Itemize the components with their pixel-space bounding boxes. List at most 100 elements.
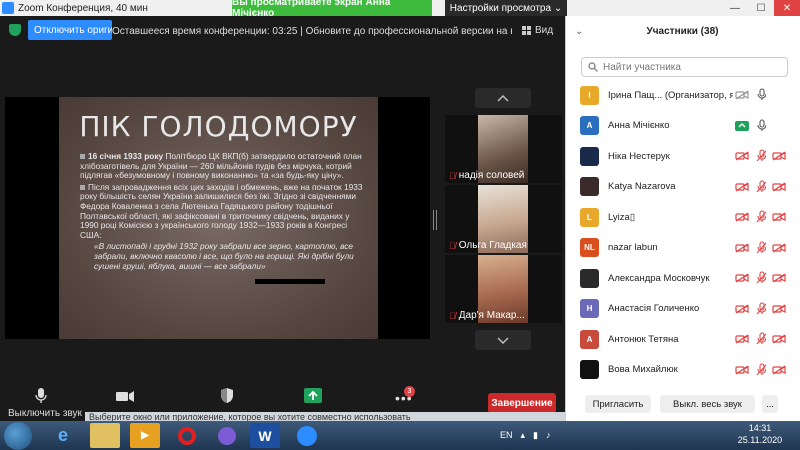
video-off-icon[interactable]	[735, 334, 749, 344]
mic-muted-icon[interactable]	[756, 332, 766, 344]
avatar: Н	[580, 299, 599, 318]
mic-muted-icon[interactable]	[756, 271, 766, 283]
chevron-up-icon	[497, 94, 509, 102]
participants-title: Участники (38)	[646, 26, 719, 37]
video-off-icon[interactable]	[735, 304, 749, 314]
avatar	[580, 177, 599, 196]
window-controls: — ☐ ✕	[722, 0, 800, 16]
avatar	[580, 268, 599, 288]
maximize-button[interactable]: ☐	[748, 0, 774, 16]
participant-name: Ніка Нестерук	[608, 150, 670, 162]
panel-splitter[interactable]	[433, 210, 437, 230]
video-off-icon[interactable]	[735, 273, 749, 283]
view-button[interactable]: Вид	[522, 21, 560, 39]
tray-chevron-icon[interactable]: ▴	[521, 430, 526, 441]
avatar	[580, 146, 599, 166]
avatar: L	[580, 207, 599, 227]
avatar: А	[580, 329, 599, 349]
video-off-icon[interactable]	[772, 182, 786, 192]
participant-name: Ірина Пащ... (Организатор, я)	[608, 89, 733, 101]
bullet-icon	[80, 154, 85, 159]
view-label: Вид	[535, 24, 554, 36]
media-player-icon[interactable]: ▶	[130, 423, 160, 448]
strip-scroll-up-button[interactable]	[475, 88, 531, 108]
microphone-icon[interactable]	[34, 387, 48, 405]
video-tile[interactable]: 🎙̸ Дар'я Макар...	[445, 255, 562, 323]
participant-name: Анна Мічієнко	[608, 120, 670, 131]
strip-scroll-down-button[interactable]	[475, 330, 531, 350]
clock-time: 14:31	[748, 423, 772, 433]
clock[interactable]: 14:31 25.11.2020	[730, 422, 790, 446]
video-off-icon[interactable]	[772, 334, 786, 344]
opera-icon[interactable]	[172, 423, 202, 448]
window-title: Zoom Конференция, 40 мин	[18, 2, 148, 14]
slide-paragraph-1: 16 січня 1933 року Політбюро ЦК ВКП(б) з…	[80, 151, 365, 181]
mic-on-icon[interactable]	[756, 118, 766, 131]
video-off-icon[interactable]	[735, 182, 749, 192]
video-tile[interactable]: 🎙̸ надія соловей	[445, 115, 562, 183]
video-off-icon[interactable]	[735, 212, 749, 222]
video-off-icon[interactable]	[735, 151, 749, 161]
screen-share-banner: Вы просматриваете экран Анна Мічієнко	[232, 0, 432, 19]
share-screen-icon[interactable]	[304, 388, 322, 403]
network-icon[interactable]: ▮	[533, 430, 538, 441]
viber-icon[interactable]	[212, 423, 242, 448]
close-button[interactable]: ✕	[774, 0, 800, 16]
video-tile[interactable]: 🎙̸ Ольга Гладкая	[445, 185, 562, 253]
search-icon	[588, 62, 598, 72]
panel-more-button[interactable]: ...	[762, 395, 778, 413]
invite-button[interactable]: Пригласить	[585, 395, 651, 413]
slide-quote: «В листопаді і грудні 1932 року забрали …	[94, 241, 354, 271]
zoom-taskbar-icon[interactable]	[292, 423, 322, 448]
mute-all-button[interactable]: Выкл. весь звук	[660, 395, 755, 413]
minimize-button[interactable]: —	[722, 0, 748, 16]
end-meeting-button[interactable]: Завершение	[488, 393, 556, 413]
participant-name: Антонюк Тетяна	[608, 333, 679, 345]
bullet-icon	[80, 184, 85, 190]
language-indicator[interactable]: EN	[500, 430, 513, 440]
video-off-icon[interactable]	[772, 365, 786, 375]
video-off-icon[interactable]	[735, 243, 749, 253]
video-off-icon[interactable]	[735, 90, 749, 100]
mic-muted-icon: 🎙̸	[449, 240, 456, 251]
start-button[interactable]	[4, 422, 32, 450]
clock-date: 25.11.2020	[737, 435, 783, 445]
participant-search-input[interactable]: Найти участника	[581, 57, 788, 77]
volume-icon[interactable]: ♪	[546, 430, 551, 440]
video-camera-icon[interactable]	[115, 390, 135, 403]
redaction-bar	[255, 279, 325, 284]
video-on-icon[interactable]	[735, 120, 749, 131]
mute-label[interactable]: Выключить звук	[8, 408, 82, 419]
windows-taskbar	[0, 421, 800, 450]
video-off-icon[interactable]	[735, 365, 749, 375]
mic-muted-icon[interactable]	[756, 301, 766, 314]
video-off-icon[interactable]	[772, 151, 786, 161]
video-off-icon[interactable]	[772, 243, 786, 253]
mic-on-icon[interactable]	[756, 88, 766, 100]
word-icon[interactable]: W	[250, 423, 280, 448]
mic-muted-icon[interactable]	[756, 179, 766, 192]
security-shield-icon[interactable]	[9, 24, 21, 36]
system-tray: EN ▴ ▮ ♪	[500, 424, 551, 446]
mic-muted-icon[interactable]	[756, 362, 766, 375]
video-off-icon[interactable]	[772, 273, 786, 283]
internet-explorer-icon[interactable]: e	[48, 423, 78, 448]
chevron-down-icon	[497, 336, 509, 344]
search-placeholder: Найти участника	[603, 61, 681, 73]
slide-paragraph-2-text: Після запровадження всіх цих заходів і о…	[80, 181, 363, 240]
zoom-app-icon	[2, 2, 14, 14]
tile-name: надія соловей	[458, 170, 525, 181]
file-explorer-icon[interactable]	[90, 423, 120, 448]
tile-name: Ольга Гладкая	[458, 240, 527, 251]
video-off-icon[interactable]	[772, 212, 786, 222]
mic-muted-icon[interactable]	[756, 240, 766, 253]
view-settings-menu[interactable]: Настройки просмотра ⌄	[445, 0, 567, 16]
slide-paragraph-2: Після запровадження всіх цих заходів і о…	[80, 181, 365, 241]
video-off-icon[interactable]	[772, 304, 786, 314]
mic-muted-icon[interactable]	[756, 149, 766, 161]
stop-remote-control-button[interactable]: Отключить оригин...	[28, 20, 112, 40]
participant-name: nazar labun	[608, 242, 658, 253]
mic-muted-icon[interactable]	[756, 210, 766, 222]
avatar: І	[580, 85, 599, 105]
security-icon[interactable]	[220, 387, 234, 404]
